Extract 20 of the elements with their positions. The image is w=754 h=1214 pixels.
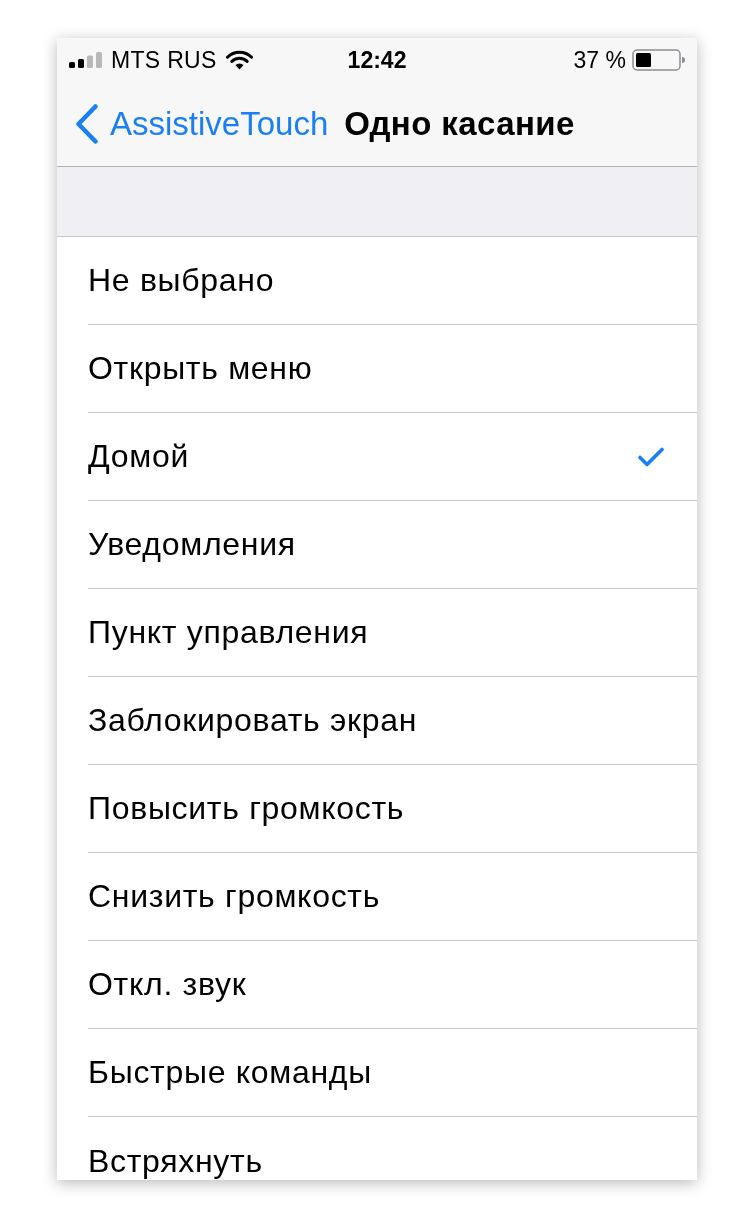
status-time: 12:42 [347, 46, 407, 74]
option-row[interactable]: Быстрые команды [57, 1029, 697, 1117]
back-chevron-icon [75, 104, 99, 144]
option-row[interactable]: Заблокировать экран [57, 677, 697, 765]
signal-icon [69, 52, 102, 68]
carrier-name: MTS RUS [111, 46, 217, 74]
battery-icon [632, 49, 685, 71]
option-row[interactable]: Встряхнуть [57, 1117, 697, 1180]
option-row[interactable]: Домой [57, 413, 697, 501]
option-row[interactable]: Открыть меню [57, 325, 697, 413]
battery-percent: 37 % [573, 46, 626, 74]
page-title: Одно касание [344, 105, 575, 143]
option-row[interactable]: Повысить громкость [57, 765, 697, 853]
option-row[interactable]: Не выбрано [57, 237, 697, 325]
option-row[interactable]: Пункт управления [57, 589, 697, 677]
back-button[interactable]: AssistiveTouch [75, 104, 329, 144]
option-row[interactable]: Уведомления [57, 501, 697, 589]
option-row[interactable]: Откл. звук [57, 941, 697, 1029]
option-row[interactable]: Снизить громкость [57, 853, 697, 941]
wifi-icon [225, 50, 253, 70]
